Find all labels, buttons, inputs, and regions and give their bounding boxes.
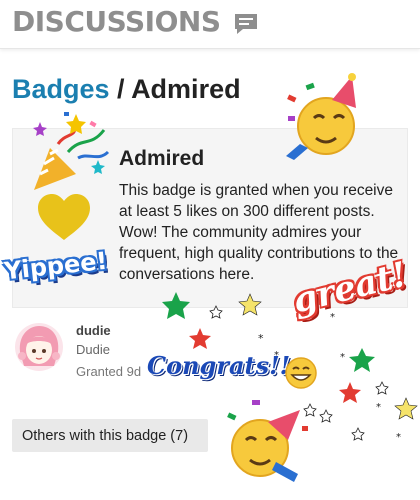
svg-text:*: *	[396, 432, 401, 443]
breadcrumb-current: Admired	[131, 74, 241, 104]
party-popper-icon	[33, 112, 110, 190]
party-face-emoji-icon	[286, 73, 356, 160]
breadcrumb: Badges / Admired	[12, 74, 241, 105]
user-handle[interactable]: dudie	[76, 323, 111, 338]
badge-name: Admired	[119, 147, 205, 170]
svg-text:*: *	[330, 312, 335, 323]
avatar[interactable]	[14, 322, 64, 372]
svg-text:*: *	[274, 350, 279, 361]
svg-text:*: *	[340, 352, 345, 363]
breadcrumb-badges-link[interactable]: Badges	[12, 74, 110, 104]
breadcrumb-separator: /	[109, 74, 132, 104]
svg-text:*: *	[258, 332, 264, 345]
user-name: Dudie	[76, 342, 110, 357]
confetti-stars-icon: * * * * * *	[162, 292, 418, 443]
site-header: DISCUSSIONS	[0, 0, 420, 49]
svg-text:*: *	[376, 402, 381, 413]
granted-date: Granted 9d	[76, 364, 142, 379]
chat-bubble-icon	[235, 14, 257, 34]
heart-icon	[38, 194, 90, 240]
site-title[interactable]: DISCUSSIONS	[12, 5, 221, 38]
